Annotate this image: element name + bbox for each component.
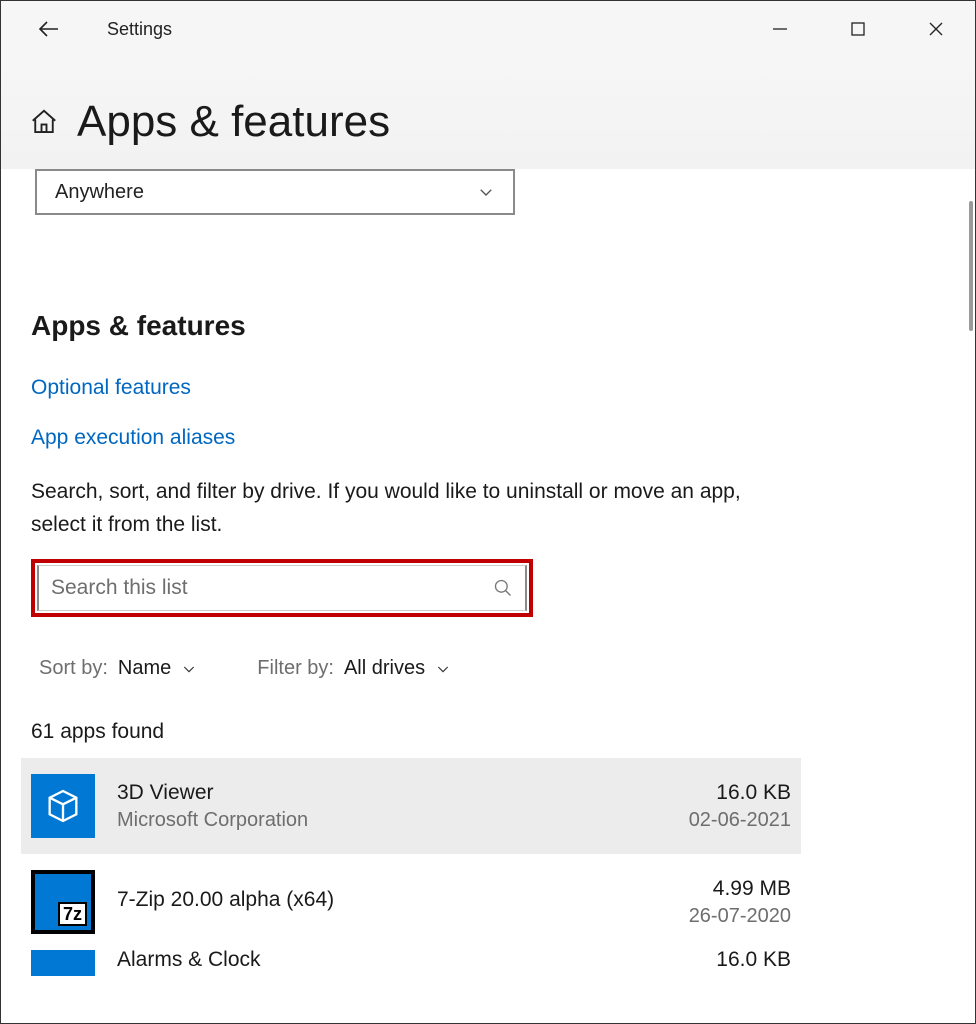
window-title: Settings: [107, 19, 172, 40]
app-execution-aliases-link[interactable]: App execution aliases: [31, 426, 235, 450]
sort-control[interactable]: Sort by: Name: [39, 657, 197, 680]
app-name: 7-Zip 20.00 alpha (x64): [117, 888, 689, 912]
page-title: Apps & features: [77, 97, 390, 147]
app-size: 16.0 KB: [689, 781, 791, 805]
app-icon-7zip: 7z: [31, 870, 95, 934]
maximize-icon: [851, 22, 865, 36]
title-bar: Settings: [1, 1, 975, 57]
section-heading: Apps & features: [31, 310, 945, 342]
app-date: 26-07-2020: [689, 905, 791, 928]
page-header: Apps & features: [1, 57, 975, 169]
close-button[interactable]: [897, 1, 975, 57]
maximize-button[interactable]: [819, 1, 897, 57]
chevron-down-icon: [435, 661, 451, 677]
home-icon: [29, 107, 59, 137]
minimize-button[interactable]: [741, 1, 819, 57]
app-list: 3D Viewer Microsoft Corporation 16.0 KB …: [21, 758, 955, 976]
filter-value: All drives: [344, 657, 425, 680]
app-icon-3d-viewer: [31, 774, 95, 838]
app-date: 02-06-2021: [689, 809, 791, 832]
app-name: Alarms & Clock: [117, 950, 261, 971]
search-icon: [493, 578, 513, 598]
search-highlight-box: [31, 559, 533, 617]
arrow-left-icon: [37, 17, 61, 41]
app-info: 7-Zip 20.00 alpha (x64): [117, 888, 689, 916]
app-meta: 16.0 KB 02-06-2021: [689, 781, 791, 832]
search-input[interactable]: [51, 576, 431, 600]
app-name: 3D Viewer: [117, 781, 689, 805]
app-size: 16.0 KB: [716, 950, 791, 971]
search-field[interactable]: [37, 565, 527, 611]
sort-label: Sort by:: [39, 657, 108, 680]
chevron-down-icon: [477, 183, 495, 201]
sort-filter-row: Sort by: Name Filter by: All drives: [31, 657, 945, 680]
close-icon: [928, 21, 944, 37]
filter-label: Filter by:: [257, 657, 334, 680]
app-icon-alarms: [31, 950, 95, 976]
window-controls: [741, 1, 975, 57]
minimize-icon: [772, 21, 788, 37]
optional-features-link[interactable]: Optional features: [31, 376, 191, 400]
filter-control[interactable]: Filter by: All drives: [257, 657, 451, 680]
dropdown-value: Anywhere: [55, 181, 144, 204]
app-row[interactable]: 3D Viewer Microsoft Corporation 16.0 KB …: [21, 758, 801, 854]
app-publisher: Microsoft Corporation: [117, 809, 689, 832]
chevron-down-icon: [181, 661, 197, 677]
sort-value: Name: [118, 657, 171, 680]
apps-count: 61 apps found: [31, 720, 945, 744]
install-source-row: Anywhere: [1, 169, 975, 215]
app-row[interactable]: 7z 7-Zip 20.00 alpha (x64) 4.99 MB 26-07…: [21, 854, 801, 950]
app-info: 3D Viewer Microsoft Corporation: [117, 781, 689, 832]
content-area: Apps & features Optional features App ex…: [1, 310, 975, 976]
install-source-dropdown[interactable]: Anywhere: [35, 169, 515, 215]
app-size: 4.99 MB: [689, 877, 791, 901]
app-row-partial[interactable]: Alarms & Clock 16.0 KB: [21, 950, 801, 976]
app-meta: 4.99 MB 26-07-2020: [689, 877, 791, 928]
section-description: Search, sort, and filter by drive. If yo…: [31, 476, 801, 541]
back-button[interactable]: [29, 9, 69, 49]
